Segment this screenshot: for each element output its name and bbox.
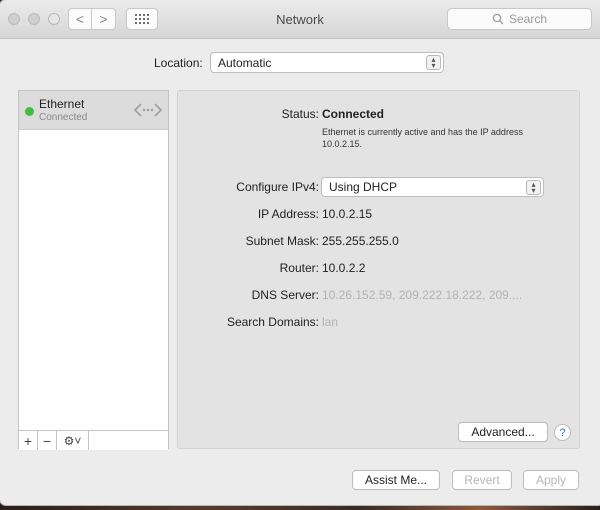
- gear-icon: ⚙˅: [63, 433, 82, 448]
- service-list: Ethernet Connected + − ⚙˅: [18, 90, 169, 450]
- ip-address-label: IP Address:: [257, 207, 319, 221]
- configure-ipv4-value: Using DHCP: [329, 180, 398, 194]
- search-field[interactable]: Search: [447, 8, 592, 30]
- ethernet-icon: [133, 103, 163, 117]
- dns-server-value: 10.26.152.59, 209.222.18.222, 209....: [322, 288, 523, 302]
- service-item-ethernet[interactable]: Ethernet Connected: [19, 91, 168, 130]
- status-value: Connected: [322, 107, 385, 121]
- select-stepper-icon: ▴ ▾: [526, 180, 541, 195]
- ip-address-value: 10.0.2.15: [322, 207, 373, 221]
- minus-icon: −: [42, 432, 52, 449]
- connected-status-dot: [25, 107, 34, 116]
- configure-ipv4-label: Configure IPv4:: [236, 180, 319, 194]
- search-domains-label: Search Domains:: [226, 315, 319, 329]
- configure-ipv4-select[interactable]: Using DHCP ▴ ▾: [321, 177, 544, 197]
- service-name: Ethernet: [39, 97, 85, 111]
- status-description: Ethernet is currently active and has the…: [322, 127, 523, 149]
- remove-service-button[interactable]: −: [38, 431, 57, 450]
- router-value: 10.0.2.2: [322, 261, 366, 275]
- location-label: Location:: [154, 56, 203, 70]
- assist-me-button[interactable]: Assist Me...: [352, 470, 440, 490]
- status-label: Status:: [281, 107, 319, 121]
- location-value: Automatic: [218, 55, 272, 70]
- add-service-button[interactable]: +: [19, 431, 38, 450]
- service-status: Connected: [39, 112, 88, 123]
- location-select[interactable]: Automatic ▴ ▾: [210, 52, 444, 73]
- search-placeholder: Search: [508, 12, 548, 26]
- search-domains-value: lan: [322, 315, 339, 329]
- service-list-toolbar: + − ⚙˅: [19, 430, 168, 450]
- title-bar: < > Network Search: [0, 0, 600, 39]
- subnet-mask-label: Subnet Mask:: [245, 234, 319, 248]
- apply-button[interactable]: Apply: [523, 470, 579, 490]
- advanced-button[interactable]: Advanced...: [458, 422, 548, 442]
- dns-server-label: DNS Server:: [251, 288, 319, 302]
- plus-icon: +: [23, 432, 33, 449]
- select-stepper-icon: ▴ ▾: [426, 55, 441, 70]
- action-menu-button[interactable]: ⚙˅: [57, 431, 89, 450]
- revert-button[interactable]: Revert: [452, 470, 512, 490]
- search-icon: [492, 13, 504, 25]
- network-preferences-window: < > Network Search Location: Automatic ▴…: [0, 0, 600, 505]
- router-label: Router:: [279, 261, 319, 275]
- help-icon: ?: [559, 426, 566, 439]
- subnet-mask-value: 255.255.255.0: [322, 234, 399, 248]
- details-panel: Status: Connected Ethernet is currently …: [177, 90, 580, 449]
- help-button[interactable]: ?: [554, 424, 571, 441]
